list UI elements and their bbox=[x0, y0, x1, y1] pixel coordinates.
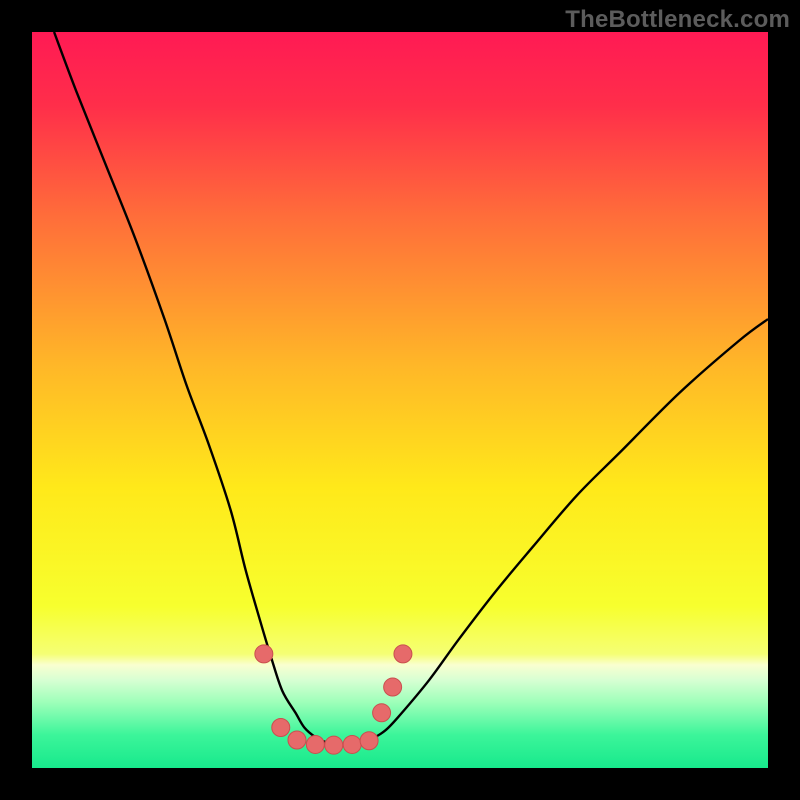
marker-point bbox=[360, 732, 378, 750]
marker-point bbox=[255, 645, 273, 663]
marker-point bbox=[394, 645, 412, 663]
marker-point bbox=[373, 704, 391, 722]
marker-point bbox=[343, 735, 361, 753]
curve-markers bbox=[255, 645, 412, 754]
plot-area bbox=[32, 32, 768, 768]
bottleneck-curve bbox=[32, 32, 768, 768]
marker-point bbox=[272, 719, 290, 737]
marker-point bbox=[384, 678, 402, 696]
watermark-text: TheBottleneck.com bbox=[565, 6, 790, 34]
curve-path bbox=[54, 32, 768, 745]
marker-point bbox=[306, 735, 324, 753]
marker-point bbox=[325, 736, 343, 754]
marker-point bbox=[288, 731, 306, 749]
chart-frame: TheBottleneck.com bbox=[0, 0, 800, 800]
